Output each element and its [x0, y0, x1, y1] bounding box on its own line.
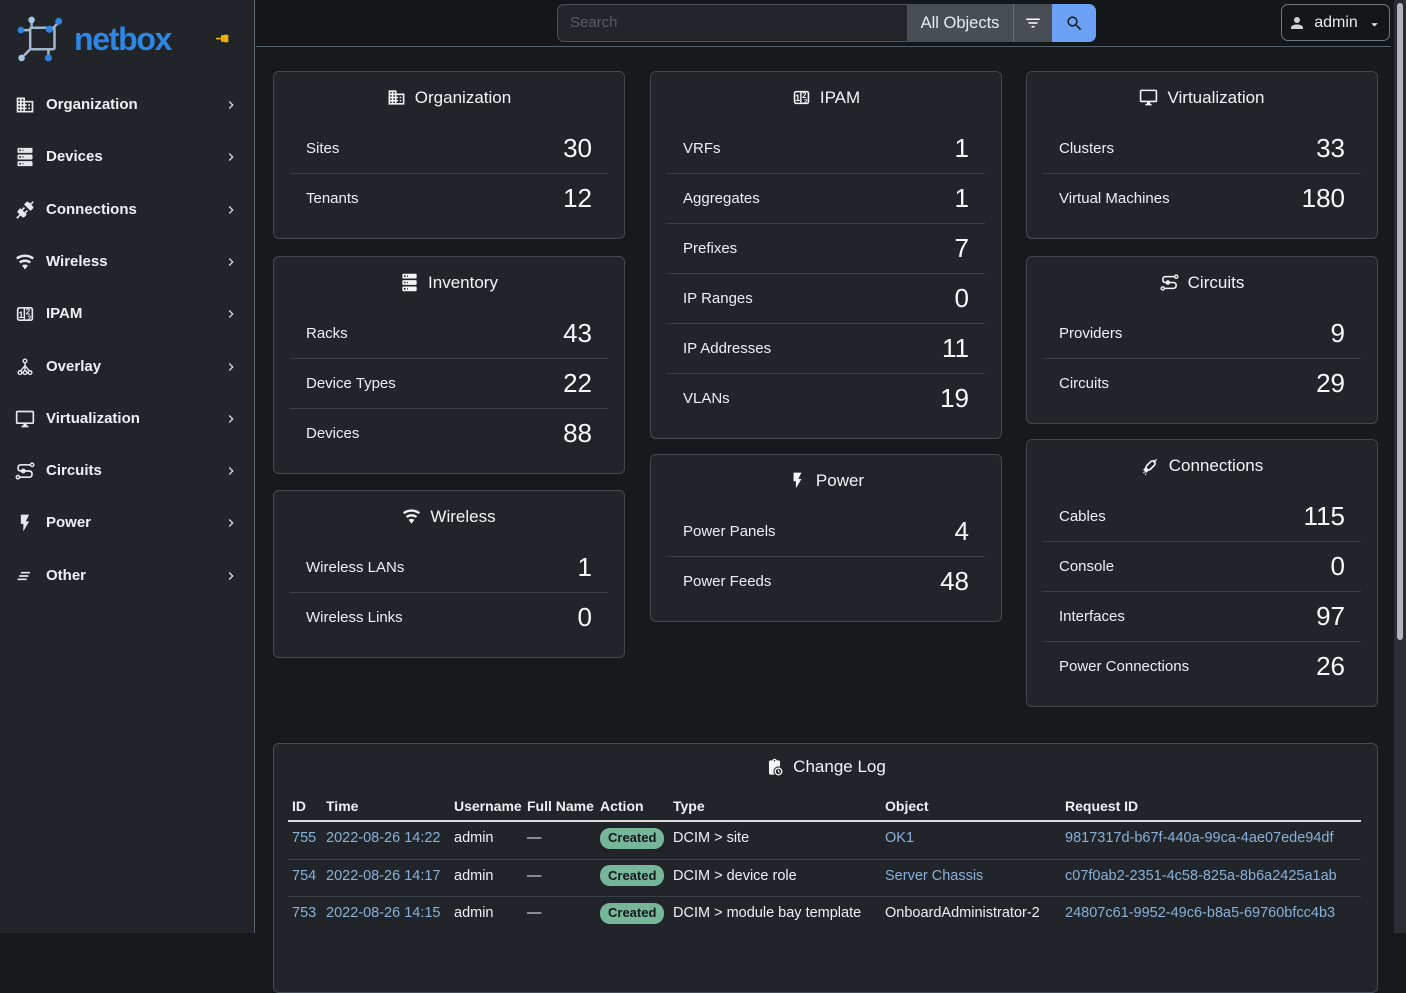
svg-text:1: 1 [795, 93, 800, 103]
svg-text:2: 2 [804, 99, 808, 106]
svg-text:2: 2 [27, 315, 31, 323]
svg-text:1: 1 [18, 310, 24, 321]
